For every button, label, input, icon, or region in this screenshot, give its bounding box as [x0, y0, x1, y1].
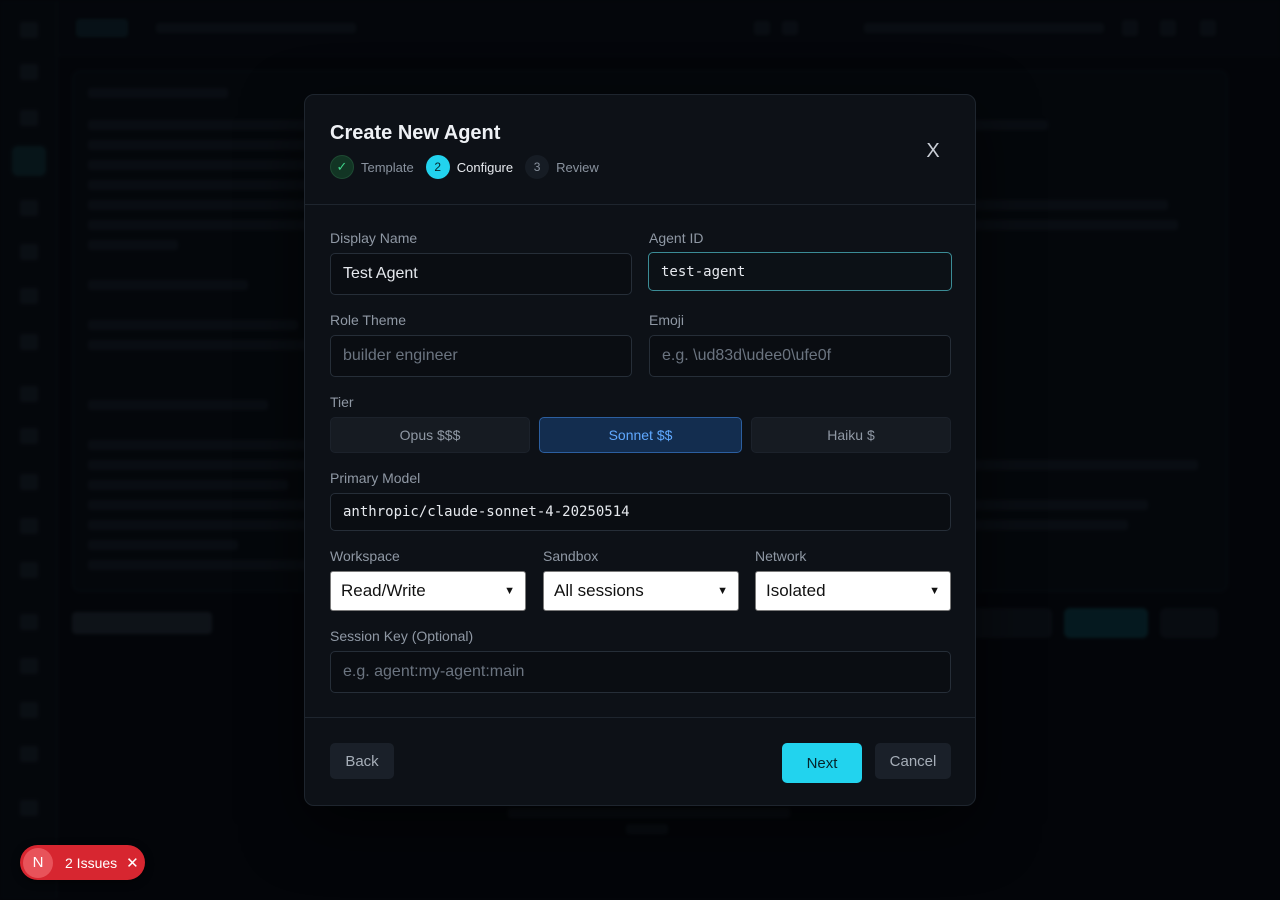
network-label: Network: [755, 548, 807, 564]
workspace-label: Workspace: [330, 548, 400, 564]
modal-footer: Back Next Cancel: [305, 717, 975, 807]
primary-model-label: Primary Model: [330, 470, 421, 486]
step-number: 3: [525, 155, 550, 179]
tier-haiku-button[interactable]: Haiku $: [751, 417, 951, 453]
role-theme-label: Role Theme: [330, 312, 407, 328]
step-label: Template: [361, 159, 414, 175]
emoji-label: Emoji: [649, 312, 685, 328]
display-name-input[interactable]: [330, 253, 632, 295]
chevron-down-icon: ▼: [717, 585, 728, 597]
sandbox-select[interactable]: All sessions ▼: [543, 571, 739, 611]
agent-id-input[interactable]: [648, 252, 952, 291]
network-select[interactable]: Isolated ▼: [755, 571, 951, 611]
step-configure: 2 Configure: [425, 155, 514, 179]
sandbox-label: Sandbox: [543, 548, 599, 564]
step-number: 2: [425, 155, 450, 179]
emoji-input[interactable]: [649, 335, 951, 377]
chevron-down-icon: ▼: [929, 585, 940, 597]
tier-label: Tier: [330, 394, 354, 410]
primary-model-input[interactable]: [330, 493, 951, 531]
next-button[interactable]: Next: [782, 743, 862, 783]
check-icon: ✓: [330, 155, 354, 179]
step-label: Configure: [456, 159, 514, 175]
step-template: ✓ Template: [330, 155, 414, 179]
step-label: Review: [556, 159, 599, 175]
cancel-button[interactable]: Cancel: [875, 743, 951, 779]
workspace-select[interactable]: Read/Write ▼: [330, 571, 526, 611]
create-agent-modal: Create New Agent X ✓ Template 2 Configur…: [304, 94, 976, 806]
display-name-label: Display Name: [330, 230, 418, 246]
issues-count: 2 Issues: [65, 854, 118, 871]
next-logo-icon: N: [23, 847, 53, 878]
tier-opus-button[interactable]: Opus $$$: [330, 417, 530, 453]
tier-sonnet-button[interactable]: Sonnet $$: [539, 417, 742, 453]
session-key-label: Session Key (Optional): [330, 628, 474, 644]
agent-id-label: Agent ID: [649, 230, 704, 246]
role-theme-input[interactable]: [330, 335, 632, 377]
step-indicator: ✓ Template 2 Configure 3 Review: [330, 155, 611, 179]
close-button[interactable]: X: [921, 139, 945, 163]
chevron-down-icon: ▼: [504, 585, 515, 597]
step-review: 3 Review: [525, 155, 599, 179]
sandbox-value: All sessions: [554, 581, 644, 600]
session-key-input[interactable]: [330, 651, 951, 693]
close-icon[interactable]: ✕: [126, 854, 139, 872]
issues-badge[interactable]: N 2 Issues ✕: [20, 845, 145, 880]
network-value: Isolated: [766, 581, 826, 600]
modal-header: Create New Agent X ✓ Template 2 Configur…: [305, 95, 975, 205]
modal-title: Create New Agent: [330, 122, 501, 144]
back-button[interactable]: Back: [330, 743, 394, 779]
workspace-value: Read/Write: [341, 581, 426, 600]
